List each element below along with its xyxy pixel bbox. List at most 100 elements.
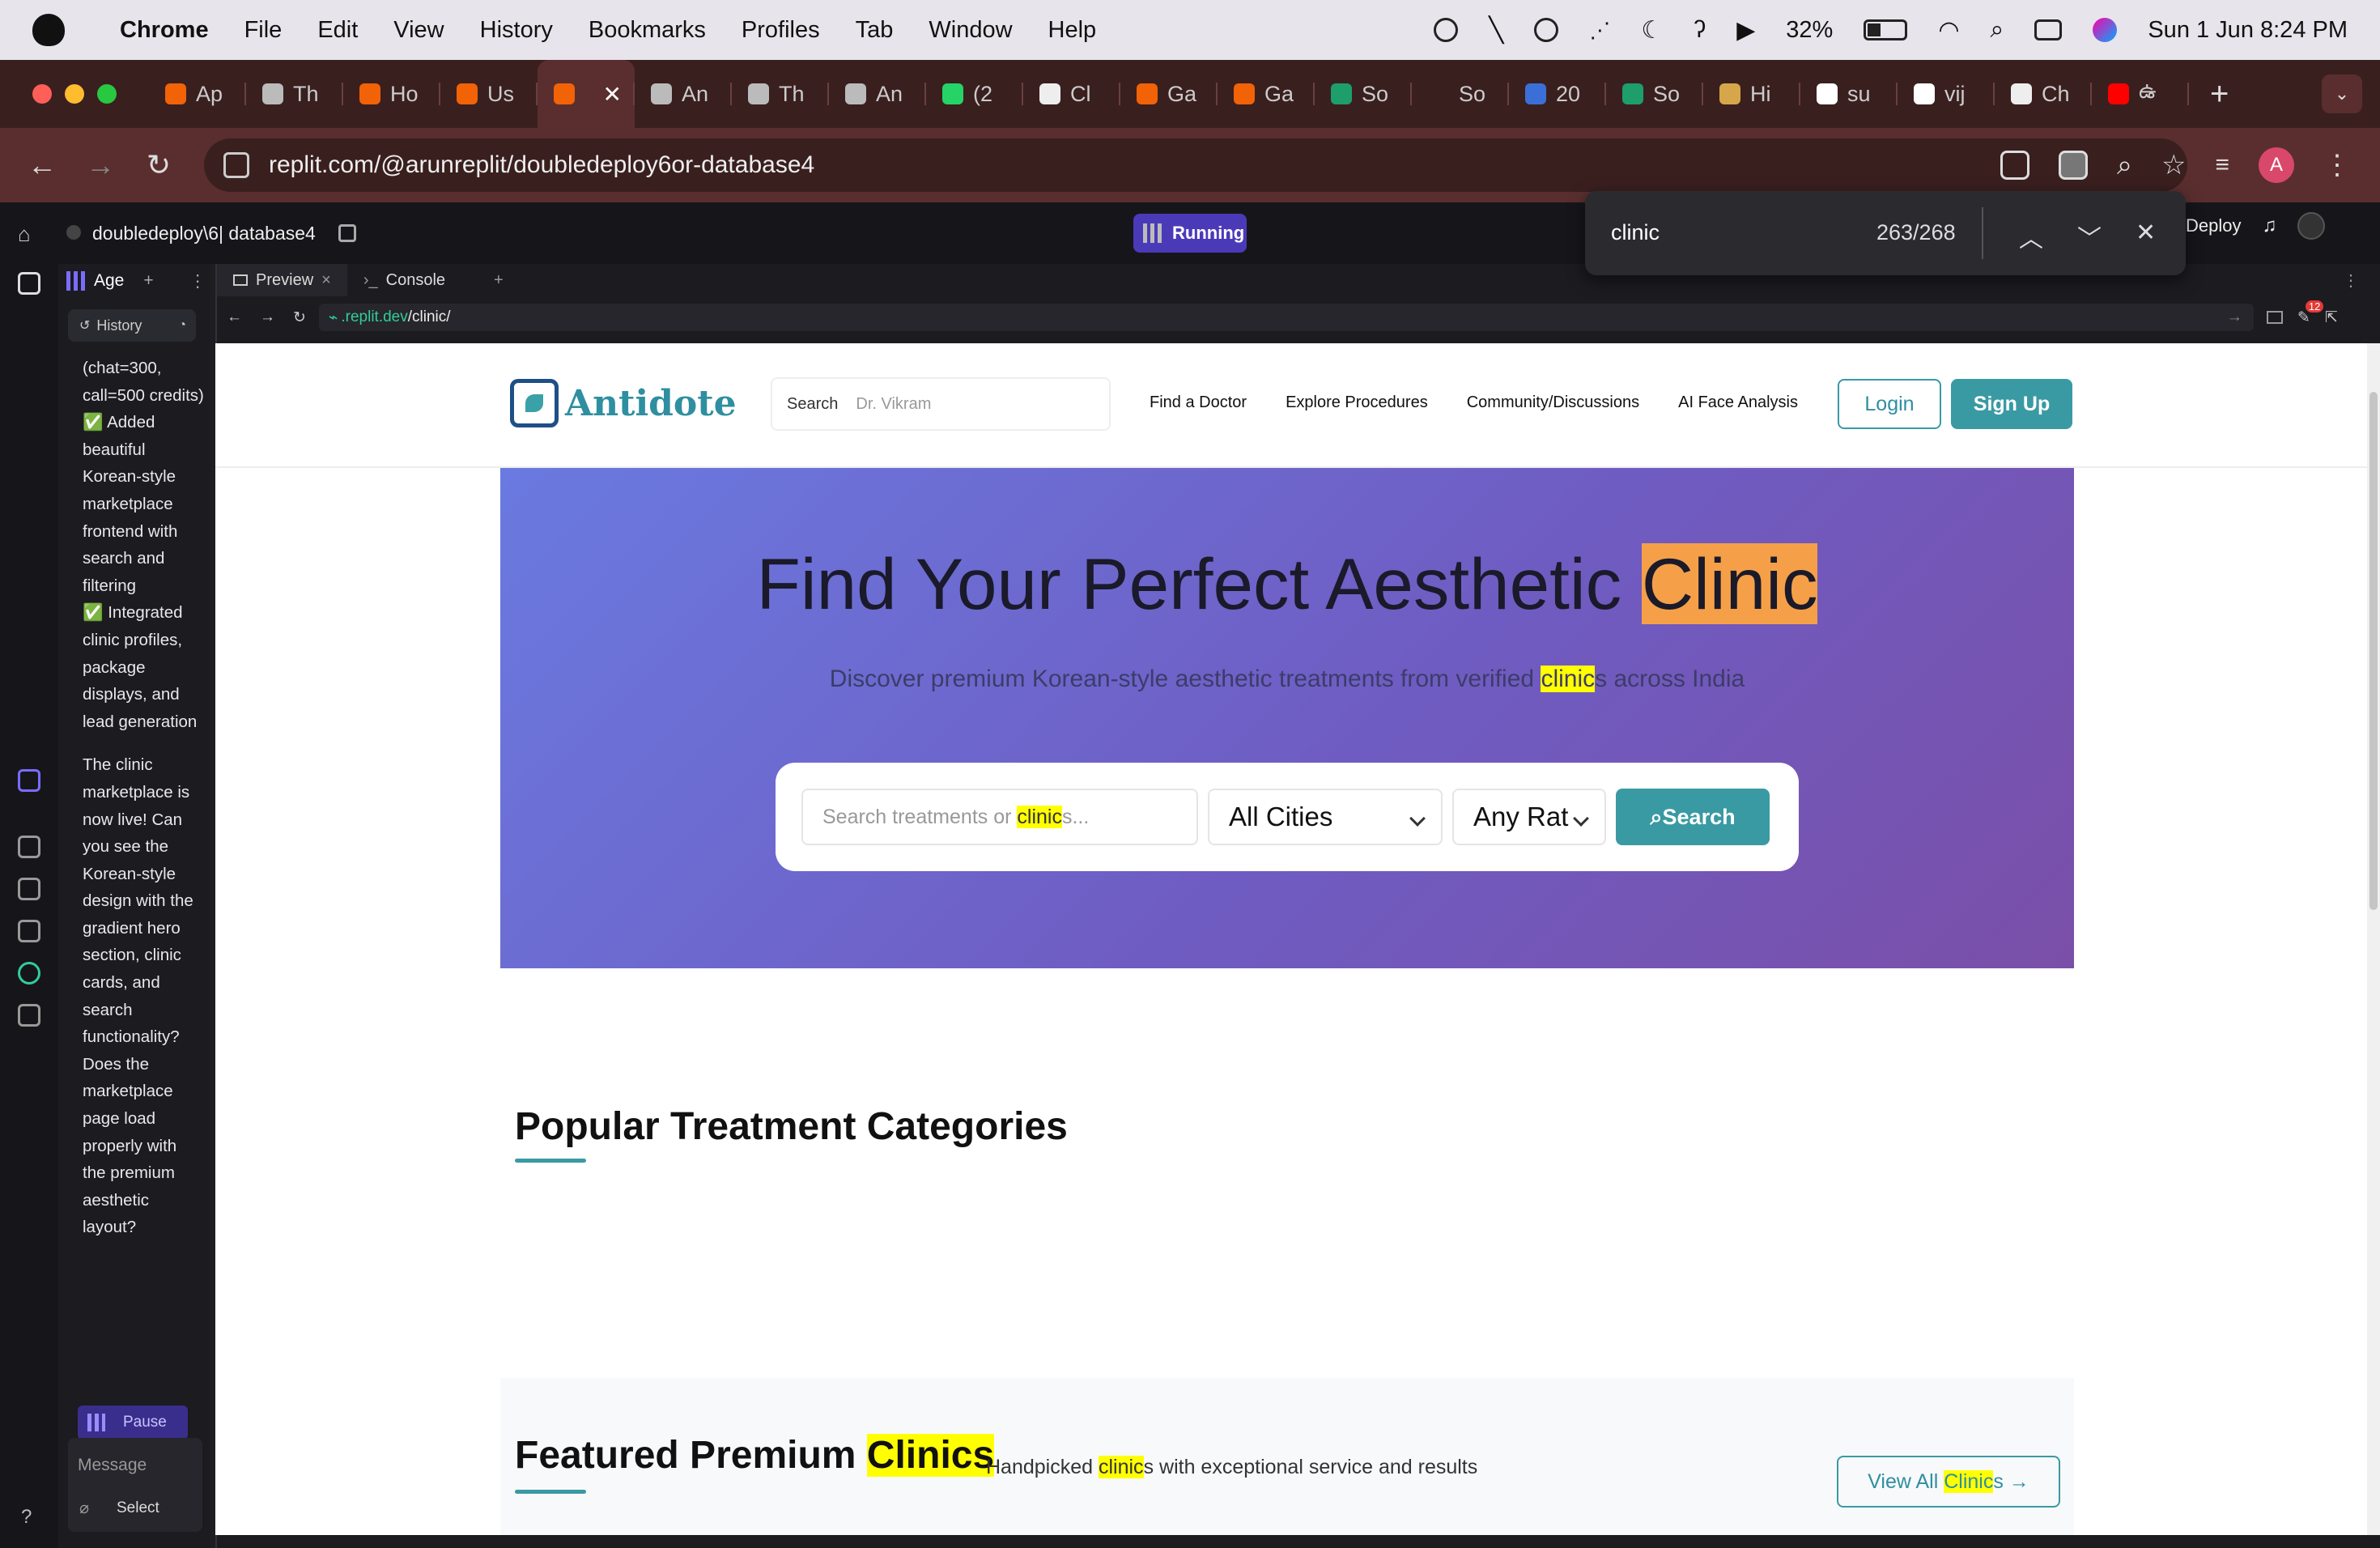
header-search[interactable]: Search Dr. Vikram bbox=[771, 377, 1111, 431]
hearing-icon[interactable]: ʔ bbox=[1694, 16, 1706, 44]
menu-app-name[interactable]: Chrome bbox=[120, 17, 209, 44]
menu-history[interactable]: History bbox=[480, 17, 553, 44]
browser-tab-active[interactable]: ✕ bbox=[538, 60, 635, 128]
reload-icon[interactable]: ↻ bbox=[142, 149, 175, 181]
close-window-button[interactable] bbox=[32, 84, 52, 104]
browser-tab[interactable]: (2 bbox=[926, 60, 1023, 128]
treatment-search-input[interactable]: Search treatments or clinics... bbox=[801, 789, 1198, 845]
signup-button[interactable]: Sign Up bbox=[1951, 379, 2072, 429]
minimize-window-button[interactable] bbox=[65, 84, 84, 104]
back-icon[interactable]: ← bbox=[26, 149, 58, 181]
search-icon[interactable]: ⌕ bbox=[1991, 16, 2004, 44]
rating-select[interactable]: Any Rat bbox=[1452, 789, 1606, 845]
panel-menu-icon[interactable]: ⋮ bbox=[189, 271, 206, 291]
scrollbar-thumb[interactable] bbox=[2369, 392, 2378, 910]
menu-edit[interactable]: Edit bbox=[317, 17, 358, 44]
forward-icon[interactable]: → bbox=[84, 149, 117, 181]
status-app-icon[interactable] bbox=[1434, 18, 1459, 42]
message-input[interactable]: Message ⌀ Select bbox=[68, 1438, 202, 1532]
url-field[interactable]: replit.com/@arunreplit/doubledeploy6or-d… bbox=[204, 138, 2187, 192]
view-all-clinics-button[interactable]: View All Clinics → bbox=[1837, 1456, 2060, 1508]
pen-off-icon[interactable]: ╲ bbox=[1489, 16, 1503, 45]
database-icon[interactable] bbox=[18, 920, 40, 942]
page-scrollbar[interactable] bbox=[2367, 343, 2380, 1535]
browser-tab[interactable]: Us bbox=[440, 60, 538, 128]
project-info-icon[interactable] bbox=[338, 224, 356, 242]
nav-find-doctor[interactable]: Find a Doctor bbox=[1150, 393, 1247, 412]
browser-tab[interactable]: Hi bbox=[1703, 60, 1800, 128]
install-app-icon[interactable] bbox=[2000, 151, 2029, 180]
search-button[interactable]: ⌕Search bbox=[1616, 789, 1770, 845]
pane-menu-icon[interactable]: ⋮ bbox=[2343, 270, 2359, 291]
browser-tab[interactable]: Ap bbox=[149, 60, 246, 128]
browser-tab[interactable]: Ga bbox=[1218, 60, 1315, 128]
moon-icon[interactable]: ☾ bbox=[1641, 16, 1663, 45]
tools-grid-icon[interactable] bbox=[18, 1004, 40, 1027]
menu-bookmarks[interactable]: Bookmarks bbox=[589, 17, 706, 44]
control-center-icon[interactable] bbox=[2034, 19, 2063, 40]
site-info-icon[interactable] bbox=[223, 152, 249, 178]
browser-tab[interactable]: An bbox=[635, 60, 732, 128]
devtools-icon[interactable]: ✎ 12 bbox=[2297, 300, 2324, 327]
find-close-icon[interactable]: ✕ bbox=[2136, 219, 2156, 247]
browser-tab[interactable]: su bbox=[1800, 60, 1898, 128]
more-menu-icon[interactable]: ⋮ bbox=[2323, 149, 2351, 181]
bookmark-star-icon[interactable]: ☆ bbox=[2161, 149, 2186, 181]
browser-tab[interactable]: Cl bbox=[1023, 60, 1120, 128]
new-tab-icon[interactable]: + bbox=[2210, 76, 2229, 113]
find-in-page-icon[interactable] bbox=[2058, 151, 2088, 180]
profile-avatar[interactable]: A bbox=[2259, 147, 2294, 183]
menu-profiles[interactable]: Profiles bbox=[742, 17, 820, 44]
find-input[interactable]: clinic bbox=[1611, 220, 1660, 245]
maximize-window-button[interactable] bbox=[97, 84, 117, 104]
agent-sidebar-icon[interactable] bbox=[18, 769, 40, 792]
deploy-button[interactable]: Deploy bbox=[2186, 215, 2241, 236]
preview-sidebar-icon[interactable] bbox=[18, 836, 40, 858]
menu-help[interactable]: Help bbox=[1048, 17, 1097, 44]
run-status-button[interactable]: Running bbox=[1133, 214, 1247, 253]
project-name[interactable]: doubledeploy\6| database4 bbox=[92, 223, 316, 245]
browser-tab[interactable]: Ga bbox=[1120, 60, 1218, 128]
select-element-button[interactable]: Select bbox=[117, 1499, 159, 1517]
add-pane-tab-icon[interactable]: + bbox=[494, 271, 504, 290]
find-next-icon[interactable]: ﹀ bbox=[2077, 219, 2102, 254]
open-new-window-icon[interactable]: ⇱ bbox=[2325, 308, 2338, 327]
battery-icon[interactable] bbox=[1864, 19, 1908, 40]
tab-preview[interactable]: Preview × bbox=[217, 264, 347, 296]
close-tab-icon[interactable]: × bbox=[321, 271, 331, 290]
siri-icon[interactable] bbox=[2093, 18, 2118, 42]
console-sidebar-icon[interactable] bbox=[18, 878, 40, 900]
login-button[interactable]: Login bbox=[1838, 379, 1941, 429]
menu-tab[interactable]: Tab bbox=[856, 17, 894, 44]
preview-reload-icon[interactable]: ↻ bbox=[293, 308, 306, 327]
browser-tab[interactable]: Th bbox=[246, 60, 343, 128]
browser-tab[interactable]: So bbox=[1606, 60, 1703, 128]
browser-tab[interactable]: An bbox=[829, 60, 926, 128]
tab-search-icon[interactable]: ⌄ bbox=[2322, 74, 2362, 113]
files-icon[interactable] bbox=[18, 272, 40, 295]
browser-tab[interactable]: Th bbox=[732, 60, 829, 128]
browser-tab[interactable]: vij bbox=[1898, 60, 1995, 128]
browser-tab[interactable]: Ho bbox=[343, 60, 440, 128]
menu-file[interactable]: File bbox=[244, 17, 283, 44]
home-icon[interactable]: ⌂ bbox=[18, 222, 31, 247]
devices-icon[interactable] bbox=[2266, 311, 2283, 324]
brightness-icon[interactable]: ⋰ bbox=[1589, 18, 1610, 43]
history-button[interactable]: ↺ History ◔ bbox=[68, 309, 196, 342]
menu-view[interactable]: View bbox=[393, 17, 444, 44]
bell-icon[interactable]: ♫ bbox=[2262, 215, 2276, 237]
user-avatar[interactable] bbox=[2297, 212, 2326, 240]
browser-tab[interactable]: So bbox=[1412, 60, 1509, 128]
tab-console[interactable]: ›_ Console bbox=[347, 264, 461, 296]
zoom-icon[interactable]: ⌕ bbox=[2117, 150, 2132, 181]
go-icon[interactable]: → bbox=[2227, 308, 2242, 326]
help-icon[interactable]: ? bbox=[21, 1506, 32, 1529]
nav-community[interactable]: Community/Discussions bbox=[1467, 393, 1639, 412]
browser-tab[interactable]: So bbox=[1315, 60, 1412, 128]
menu-window[interactable]: Window bbox=[929, 17, 1012, 44]
preview-back-icon[interactable]: ← bbox=[227, 308, 242, 326]
find-previous-icon[interactable]: ︿ bbox=[2019, 219, 2043, 254]
play-icon[interactable]: ▶ bbox=[1736, 16, 1755, 45]
browser-tab[interactable]: Ch bbox=[1995, 60, 2092, 128]
attach-icon[interactable]: ⌀ bbox=[79, 1498, 89, 1518]
